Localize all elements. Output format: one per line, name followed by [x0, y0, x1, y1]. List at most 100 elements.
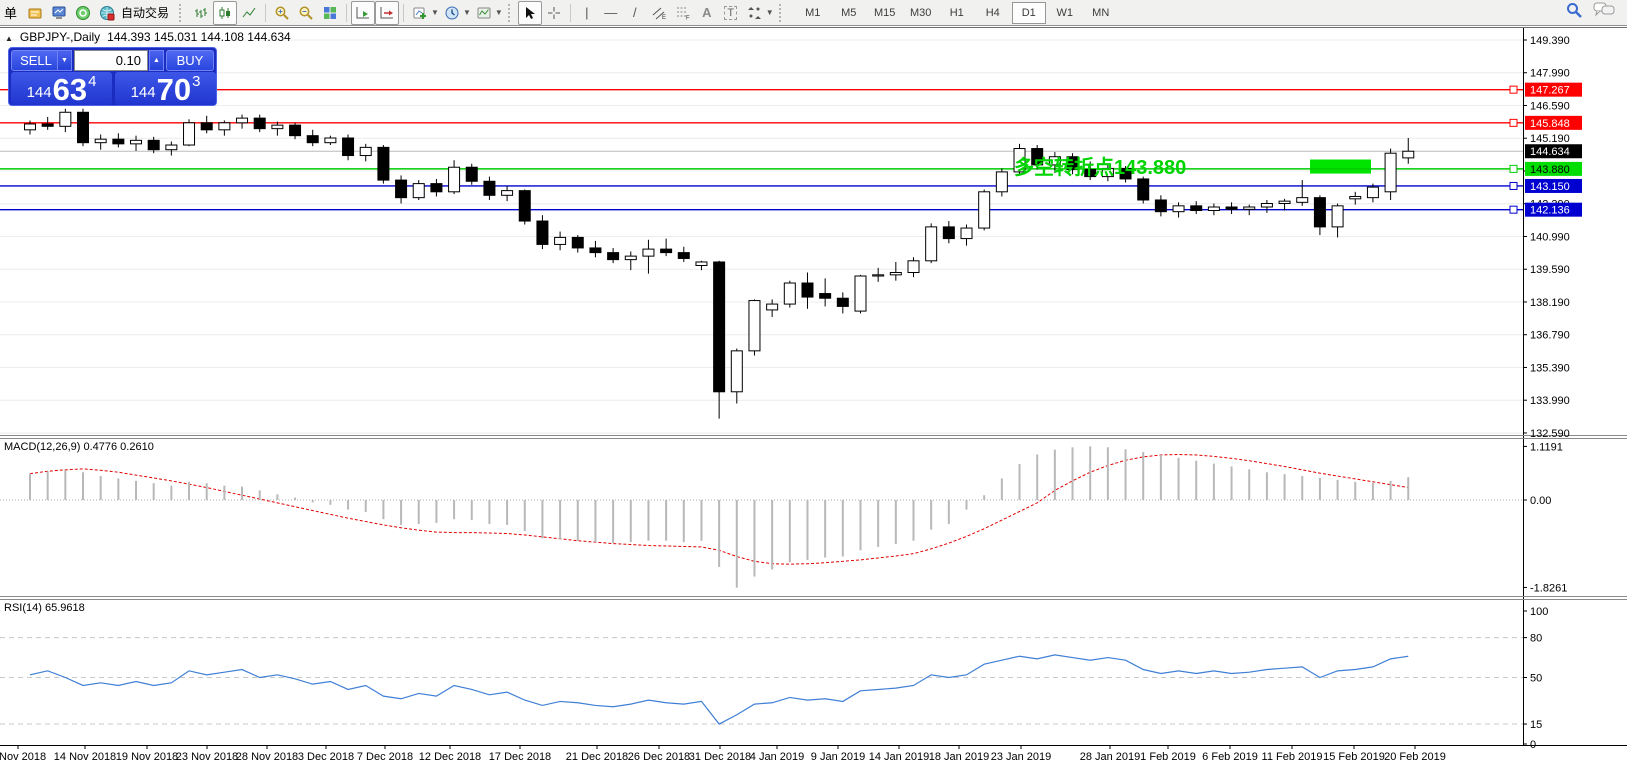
toolbar-separator: [570, 4, 571, 22]
tab-timeframe-w1[interactable]: W1: [1048, 2, 1082, 24]
zoom-out-icon[interactable]: [294, 1, 318, 25]
chart-shift-icon[interactable]: [375, 1, 399, 25]
collapse-icon[interactable]: ▲: [5, 34, 13, 43]
periods-dropdown-caret[interactable]: ▼: [463, 8, 471, 17]
level-handle[interactable]: [1510, 206, 1517, 213]
tab-timeframe-m15[interactable]: M15: [868, 2, 902, 24]
svg-text:23 Nov 2018: 23 Nov 2018: [176, 751, 238, 763]
auto-scroll-icon[interactable]: [351, 1, 375, 25]
buy-button[interactable]: BUY: [166, 50, 214, 71]
svg-text:0: 0: [1530, 739, 1536, 751]
macd-label: MACD(12,26,9) 0.4776 0.2610: [4, 441, 154, 453]
tab-timeframe-m1[interactable]: M1: [796, 2, 830, 24]
horizontal-line-icon[interactable]: —: [599, 1, 623, 25]
ask-price-display[interactable]: 144 70 3: [115, 72, 216, 105]
tab-timeframe-h4[interactable]: H4: [976, 2, 1010, 24]
svg-text:28 Jan 2019: 28 Jan 2019: [1080, 751, 1141, 763]
rsi-line: [30, 655, 1408, 724]
text-label-icon[interactable]: T: [719, 1, 743, 25]
highlight-rectangle[interactable]: [1310, 160, 1371, 174]
toolbar-grip: [179, 4, 185, 22]
chat-icon[interactable]: [1593, 1, 1615, 24]
tile-windows-icon[interactable]: [318, 1, 342, 25]
arrows-icon[interactable]: [743, 1, 767, 25]
menu-remnant[interactable]: 单: [4, 3, 17, 22]
volume-input[interactable]: 0.10: [74, 50, 148, 71]
arrows-dropdown-caret[interactable]: ▼: [766, 8, 774, 17]
zoom-in-icon[interactable]: [270, 1, 294, 25]
sell-button[interactable]: SELL: [11, 50, 61, 71]
autotrading-icon[interactable]: [95, 1, 119, 25]
trendline-icon[interactable]: /: [623, 1, 647, 25]
svg-text:133.990: 133.990: [1530, 395, 1570, 407]
svg-text:136.790: 136.790: [1530, 330, 1570, 342]
svg-text:31 Dec 2018: 31 Dec 2018: [689, 751, 751, 763]
templates-dropdown-caret[interactable]: ▼: [495, 8, 503, 17]
svg-text:147.267: 147.267: [1530, 85, 1570, 97]
mt4-terminal: 单 自动交易: [0, 0, 1627, 771]
svg-text:135.390: 135.390: [1530, 362, 1570, 374]
community-icon[interactable]: [71, 1, 95, 25]
annotation-text[interactable]: 多空转折点143.880: [1014, 151, 1186, 180]
svg-text:15: 15: [1530, 719, 1542, 731]
tab-timeframe-m5[interactable]: M5: [832, 2, 866, 24]
rsi-pane: [0, 638, 1523, 724]
svg-text:19 Nov 2018: 19 Nov 2018: [116, 751, 178, 763]
tab-timeframe-mn[interactable]: MN: [1084, 2, 1118, 24]
svg-text:142.136: 142.136: [1530, 205, 1570, 217]
tab-timeframe-m30[interactable]: M30: [904, 2, 938, 24]
bar-chart-icon[interactable]: [189, 1, 213, 25]
crosshair-icon[interactable]: [542, 1, 566, 25]
text-label-letter: T: [724, 6, 737, 20]
text-icon[interactable]: A: [695, 1, 719, 25]
autotrading-label[interactable]: 自动交易: [121, 4, 169, 21]
svg-text:138.190: 138.190: [1530, 297, 1570, 309]
bid-sup: 4: [88, 73, 96, 90]
toolbar-separator: [346, 4, 347, 22]
svg-text:23 Jan 2019: 23 Jan 2019: [991, 751, 1052, 763]
bid-prefix: 144: [27, 84, 52, 101]
svg-text:146.590: 146.590: [1530, 100, 1570, 112]
bid-price-display[interactable]: 144 63 4: [11, 72, 112, 105]
svg-text:6 Feb 2019: 6 Feb 2019: [1202, 751, 1258, 763]
toolbar-separator: [265, 4, 266, 22]
volume-up-button[interactable]: ▲: [149, 50, 164, 71]
vertical-line-icon[interactable]: |: [575, 1, 599, 25]
svg-text:80: 80: [1530, 633, 1542, 645]
svg-text:132.590: 132.590: [1530, 428, 1570, 440]
indicators-dropdown-caret[interactable]: ▼: [431, 8, 439, 17]
svg-text:144.634: 144.634: [1530, 146, 1570, 158]
svg-text:26 Dec 2018: 26 Dec 2018: [628, 751, 690, 763]
level-handle[interactable]: [1510, 86, 1517, 93]
one-click-trade-panel: SELL ▼ 0.10 ▲ BUY 144 63 4 144 70 3: [8, 47, 217, 106]
svg-text:1 Feb 2019: 1 Feb 2019: [1140, 751, 1196, 763]
svg-text:50: 50: [1530, 673, 1542, 685]
svg-text:14 Nov 2018: 14 Nov 2018: [54, 751, 116, 763]
candlestick-chart-icon[interactable]: [213, 1, 237, 25]
equidistant-channel-icon[interactable]: E: [647, 1, 671, 25]
level-handle[interactable]: [1510, 119, 1517, 126]
time-axis: 9 Nov 2018 14 Nov 201819 Nov 201823 Nov 2…: [0, 745, 1446, 763]
svg-text:28 Nov 2018: 28 Nov 2018: [236, 751, 298, 763]
fibonacci-icon[interactable]: F: [671, 1, 695, 25]
indicators-icon[interactable]: [408, 1, 432, 25]
candlestick-series: [25, 109, 1414, 419]
cursor-icon[interactable]: [518, 1, 542, 25]
new-order-icon[interactable]: [23, 1, 47, 25]
symbol-search-icon[interactable]: [1565, 1, 1583, 24]
svg-text:9 Nov 2018: 9 Nov 2018: [0, 751, 46, 763]
level-handle[interactable]: [1510, 182, 1517, 189]
volume-down-button[interactable]: ▼: [57, 50, 72, 71]
tab-timeframe-h1[interactable]: H1: [940, 2, 974, 24]
tab-timeframe-d1[interactable]: D1: [1012, 2, 1046, 24]
line-chart-icon[interactable]: [237, 1, 261, 25]
market-watch-icon[interactable]: [47, 1, 71, 25]
svg-text:18 Jan 2019: 18 Jan 2019: [929, 751, 990, 763]
templates-icon[interactable]: [472, 1, 496, 25]
svg-text:0.00: 0.00: [1530, 495, 1551, 507]
chart-canvas[interactable]: 149.390147.990146.590145.190143.790142.3…: [0, 0, 1627, 771]
level-handle[interactable]: [1510, 165, 1517, 172]
toolbar-grip: [779, 4, 785, 22]
svg-text:20 Feb 2019: 20 Feb 2019: [1384, 751, 1446, 763]
periods-icon[interactable]: [440, 1, 464, 25]
